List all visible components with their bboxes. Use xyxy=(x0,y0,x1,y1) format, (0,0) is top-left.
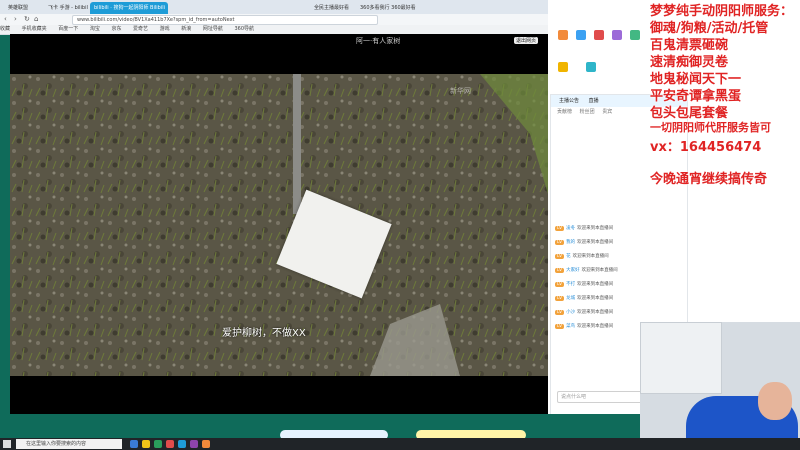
chat-nick[interactable]: 我的 xyxy=(566,240,575,245)
subtab-fans[interactable]: 粉丝团 xyxy=(580,109,595,115)
app-icon[interactable] xyxy=(202,440,210,448)
chat-text: 欢迎来到本直播间 xyxy=(577,310,614,315)
settings-icon[interactable] xyxy=(630,30,640,40)
chat-message: LV 大家好 欢迎来到本直播间 xyxy=(555,267,618,273)
chat-text: 欢迎来到本直播间 xyxy=(577,324,614,329)
back-icon[interactable]: ‹ xyxy=(4,15,7,23)
browser-tab-bar: 英雄联盟 飞卡 手游 - bilibili bilibili · 搜狗一起阴阳师… xyxy=(0,0,548,14)
browser-icon[interactable] xyxy=(154,440,162,448)
chat-text: 欢迎来到本直播间 xyxy=(577,282,614,287)
chat-message: LV 龙城 欢迎来到本直播间 xyxy=(555,295,613,301)
chat-text: 欢迎来到本直播间 xyxy=(572,254,609,259)
app-icon[interactable] xyxy=(178,440,186,448)
tab-1[interactable]: 飞卡 手游 - bilibili xyxy=(44,2,88,14)
streamer-face xyxy=(758,382,792,420)
bookmark-1[interactable]: 手机收藏夹 xyxy=(22,26,47,32)
level-badge: LV xyxy=(555,226,565,231)
tab-0[interactable]: 英雄联盟 xyxy=(4,2,42,14)
level-badge: LV xyxy=(555,324,565,329)
chat-nick[interactable]: 不打 xyxy=(566,282,575,287)
chat-nick[interactable]: 龙城 xyxy=(566,296,575,301)
app-icon[interactable] xyxy=(190,440,198,448)
tab-4[interactable]: 360多看我行 360最好看 xyxy=(356,2,424,14)
webcam-feed xyxy=(640,322,800,450)
message-icon[interactable] xyxy=(586,62,596,72)
background-shelf xyxy=(640,322,722,394)
bookmark-8[interactable]: 网址导航 xyxy=(203,26,223,32)
chat-message: LV 花欢迎来到本直播间 xyxy=(555,253,609,259)
subtab-contrib[interactable]: 贡献榜 xyxy=(557,109,572,115)
bookmark-2[interactable]: 百度一下 xyxy=(58,26,78,32)
chat-text: 欢迎来到本直播间 xyxy=(577,240,614,245)
level-badge: LV xyxy=(555,310,565,315)
tab-live[interactable]: 直播 xyxy=(589,98,599,104)
tab-3[interactable]: 全民主播最好看 xyxy=(310,2,354,14)
windows-start-icon[interactable] xyxy=(3,440,11,448)
video-watermark: 新华网 xyxy=(450,87,471,95)
exit-fullscreen-button[interactable]: 退出网页 xyxy=(514,37,539,44)
app-icon[interactable] xyxy=(166,440,174,448)
promo-line: 一切阴阳师代肝服务皆可 xyxy=(650,121,771,134)
bookmark-3[interactable]: 淘宝 xyxy=(90,26,100,32)
gift-icon[interactable] xyxy=(558,30,568,40)
taskbar-search-input[interactable]: 在这里输入你要搜索的内容 xyxy=(16,439,122,449)
bookmark-6[interactable]: 游戏 xyxy=(160,26,170,32)
chat-text: 欢迎来到本直播间 xyxy=(577,296,614,301)
task-view-icon[interactable] xyxy=(130,440,138,448)
chat-message: LV 菜鸟 欢迎来到本直播间 xyxy=(555,323,613,329)
url-input[interactable]: www.bilibili.com/video/BV1Xa411b7Xe?spm_… xyxy=(72,15,378,25)
sign-pole xyxy=(293,74,301,214)
promo-line: 今晚通宵继续搞传奇 xyxy=(650,172,768,187)
share-icon[interactable] xyxy=(576,30,586,40)
bookmark-0[interactable]: 收藏 xyxy=(0,26,10,32)
promo-contact: vx：164456474 xyxy=(650,140,762,155)
chat-text: 欢迎来到本直播间 xyxy=(581,268,618,273)
video-player[interactable]: 阿一·有人家树 退出网页 新华网 爱护柳树，不做XX xyxy=(10,34,548,414)
taskbar: 在这里输入你要搜索的内容 xyxy=(0,438,800,450)
home-icon[interactable]: ⌂ xyxy=(34,15,38,23)
tab-announcement[interactable]: 主播公告 xyxy=(559,98,579,104)
chat-nick[interactable]: 凌冬 xyxy=(566,226,575,231)
subtab-vip[interactable]: 贵宾 xyxy=(602,109,612,115)
video-subtitle: 爱护柳树，不做XX xyxy=(222,328,306,339)
chat-nick[interactable]: 小沙 xyxy=(566,310,575,315)
level-badge: LV xyxy=(555,268,565,273)
chat-message: LV 我的 欢迎来到本直播间 xyxy=(555,239,613,245)
forward-icon[interactable]: › xyxy=(14,15,17,23)
fans-icon[interactable] xyxy=(612,30,622,40)
bookmark-5[interactable]: 爱奇艺 xyxy=(133,26,148,32)
bookmark-7[interactable]: 新浪 xyxy=(181,26,191,32)
level-badge: LV xyxy=(555,296,565,301)
chat-nick[interactable]: 花 xyxy=(566,254,571,259)
tab-active[interactable]: bilibili · 搜狗一起阴阳师 Bilibili xyxy=(90,2,168,14)
chat-nick[interactable]: 大家好 xyxy=(566,268,580,273)
bookmark-9[interactable]: 360导航 xyxy=(234,26,254,32)
level-badge: LV xyxy=(555,240,565,245)
level-badge: LV xyxy=(555,282,565,287)
chat-message: LV 不打 欢迎来到本直播间 xyxy=(555,281,613,287)
video-title: 阿一·有人家树 xyxy=(356,37,401,45)
chat-text: 欢迎来到本直播间 xyxy=(577,226,614,231)
refresh-icon[interactable]: ↻ xyxy=(24,15,30,23)
chat-nick[interactable]: 菜鸟 xyxy=(566,324,575,329)
video-frame[interactable]: 新华网 爱护柳树，不做XX xyxy=(10,74,548,376)
level-badge: LV xyxy=(555,254,565,259)
bottom-strip xyxy=(0,414,640,440)
rank-icon[interactable] xyxy=(558,62,568,72)
bookmark-4[interactable]: 京东 xyxy=(111,26,121,32)
live-icon[interactable] xyxy=(594,30,604,40)
promo-overlay: 梦梦纯手动阴阳师服务： 御魂/狗粮/活动/托管 百鬼清票砸碗 速清痴御灵卷 地鬼… xyxy=(648,0,800,200)
chat-message: LV 凌冬 欢迎来到本直播间 xyxy=(555,225,613,231)
file-explorer-icon[interactable] xyxy=(142,440,150,448)
chat-message: LV 小沙 欢迎来到本直播间 xyxy=(555,309,613,315)
